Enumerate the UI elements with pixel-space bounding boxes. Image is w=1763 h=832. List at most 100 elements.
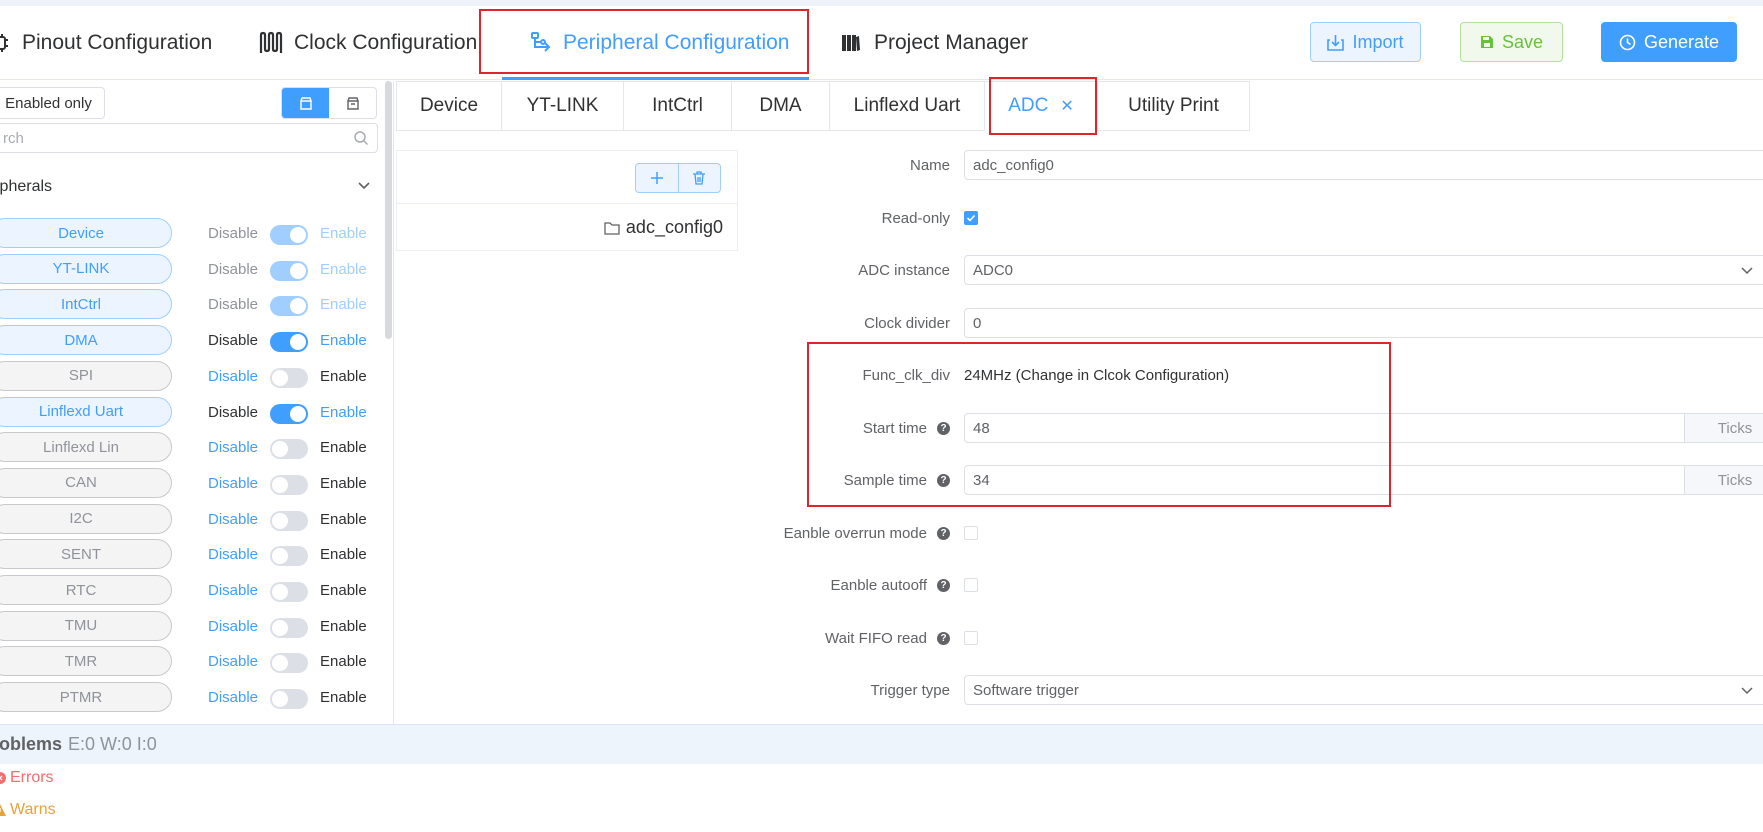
warns-item[interactable]: Warns bbox=[0, 801, 56, 819]
disable-label: Disable bbox=[208, 617, 259, 635]
peripheral-name-button[interactable]: Linflexd Uart bbox=[0, 396, 172, 427]
enable-toggle[interactable] bbox=[270, 225, 308, 245]
ticks-suffix: Ticks bbox=[1684, 466, 1763, 494]
peripheral-name-button[interactable]: Linflexd Lin bbox=[0, 432, 172, 463]
main-header: Pinout Configuration Clock Configuration… bbox=[0, 6, 1763, 80]
peripheral-row: PTMR Disable Enable bbox=[0, 680, 380, 713]
ptab-device[interactable]: Device bbox=[396, 81, 502, 131]
close-icon[interactable]: ✕ bbox=[1060, 96, 1073, 116]
enabled-only-filter[interactable]: Enabled only bbox=[0, 87, 105, 119]
adc-instance-select[interactable]: ADC0 bbox=[964, 255, 1763, 285]
disable-label: Disable bbox=[208, 225, 259, 242]
help-icon[interactable]: ? bbox=[937, 579, 950, 592]
peripheral-name-button[interactable]: SENT bbox=[0, 539, 172, 570]
enable-toggle[interactable] bbox=[270, 439, 308, 460]
sidebar-scrollbar[interactable] bbox=[385, 81, 392, 339]
peripheral-name-button[interactable]: RTC bbox=[0, 575, 172, 605]
trigger-type-select[interactable]: Software trigger bbox=[964, 675, 1763, 705]
enable-toggle[interactable] bbox=[270, 296, 308, 317]
import-button[interactable]: Import bbox=[1310, 22, 1421, 62]
enable-toggle[interactable] bbox=[270, 617, 308, 638]
ptab-yt-link[interactable]: YT-LINK bbox=[501, 81, 624, 131]
save-label: Save bbox=[1501, 31, 1544, 52]
help-icon[interactable]: ? bbox=[937, 632, 950, 645]
import-icon bbox=[1327, 34, 1345, 51]
peripheral-row: Linflexd Lin Disable Enable bbox=[0, 430, 380, 463]
help-icon[interactable]: ? bbox=[937, 422, 950, 435]
field-value: ADC0 bbox=[973, 261, 1014, 279]
enable-toggle[interactable] bbox=[270, 653, 308, 674]
peripheral-name-button[interactable]: IntCtrl bbox=[0, 289, 172, 320]
name-field[interactable]: adc_config0 bbox=[964, 150, 1763, 180]
peripherals-section-header[interactable]: ipherals bbox=[0, 175, 372, 199]
clock-divider-field[interactable]: 0 bbox=[964, 308, 1763, 338]
enable-toggle[interactable] bbox=[270, 367, 308, 388]
disable-label: Disable bbox=[208, 260, 259, 278]
book-icon bbox=[838, 30, 864, 56]
readonly-checkbox[interactable] bbox=[964, 211, 978, 225]
generate-label: Generate bbox=[1643, 31, 1720, 52]
label-text: Trigger type bbox=[870, 682, 950, 699]
enable-toggle[interactable] bbox=[270, 474, 308, 495]
peripheral-row: SPI Disable Enable bbox=[0, 359, 380, 391]
tab-project-manager[interactable]: Project Manager bbox=[838, 6, 1028, 80]
problems-counts: E:0 W:0 I:0 bbox=[68, 734, 157, 754]
wait-fifo-checkbox[interactable] bbox=[964, 631, 978, 645]
tab-peripheral-configuration[interactable]: Peripheral Configuration bbox=[527, 6, 789, 80]
peripheral-name-button[interactable]: TMU bbox=[0, 610, 172, 641]
trigger-type-label: Trigger type bbox=[871, 682, 950, 699]
enable-toggle[interactable] bbox=[270, 582, 308, 602]
enable-toggle[interactable] bbox=[270, 546, 308, 567]
enable-toggle[interactable] bbox=[270, 332, 308, 353]
peripheral-name-button[interactable]: CAN bbox=[0, 467, 172, 498]
search-input[interactable]: rch bbox=[0, 123, 378, 153]
add-config-button[interactable] bbox=[636, 164, 678, 192]
sample-time-field[interactable]: 34 Ticks bbox=[964, 465, 1763, 495]
peripheral-row: DMA Disable Enable bbox=[0, 323, 380, 356]
field-value: 48 bbox=[973, 419, 990, 437]
tab-label: Peripheral Configuration bbox=[563, 31, 790, 54]
toggle-knob bbox=[272, 655, 288, 672]
list-item[interactable]: adc_config0 bbox=[604, 217, 723, 238]
peripheral-name-button[interactable]: SPI bbox=[0, 360, 172, 391]
errors-item[interactable]: Errors bbox=[0, 769, 54, 787]
error-icon bbox=[0, 772, 6, 784]
enable-toggle[interactable] bbox=[270, 260, 308, 281]
peripheral-name-button[interactable]: DMA bbox=[0, 325, 172, 356]
enable-toggle[interactable] bbox=[270, 510, 308, 531]
grid-view-button[interactable] bbox=[329, 88, 376, 118]
peripheral-name-button[interactable]: TMR bbox=[0, 646, 172, 677]
delete-config-button[interactable] bbox=[677, 164, 721, 192]
problems-panel-header[interactable]: roblems E:0 W:0 I:0 bbox=[0, 724, 1763, 764]
ptab-utility-print[interactable]: Utility Print bbox=[1097, 81, 1250, 131]
enable-toggle[interactable] bbox=[270, 689, 308, 710]
toggle-knob bbox=[272, 476, 288, 493]
help-icon[interactable]: ? bbox=[937, 527, 950, 540]
box-icon bbox=[299, 97, 312, 110]
ptab-dma[interactable]: DMA bbox=[731, 81, 830, 131]
peripheral-row: I2C Disable Enable bbox=[0, 502, 380, 534]
save-button[interactable]: Save bbox=[1460, 22, 1563, 62]
peripheral-name-button[interactable]: I2C bbox=[0, 503, 172, 534]
tab-pinout-configuration[interactable]: Pinout Configuration bbox=[0, 6, 212, 80]
help-icon[interactable]: ? bbox=[937, 474, 950, 487]
generate-button[interactable]: Generate bbox=[1601, 22, 1737, 62]
overrun-checkbox[interactable] bbox=[964, 526, 978, 540]
peripheral-row: Device Disable Enable bbox=[0, 216, 380, 248]
toggle-knob bbox=[290, 405, 306, 422]
tab-clock-configuration[interactable]: Clock Configuration bbox=[258, 6, 477, 80]
ptab-label: DMA bbox=[759, 95, 802, 116]
list-view-button[interactable] bbox=[282, 88, 329, 118]
start-time-field[interactable]: 48 Ticks bbox=[964, 413, 1763, 443]
peripheral-name-button[interactable]: PTMR bbox=[0, 682, 172, 713]
ptab-intctrl[interactable]: IntCtrl bbox=[623, 81, 732, 131]
ptab-linflexd-uart[interactable]: Linflexd Uart bbox=[829, 81, 985, 131]
disable-label: Disable bbox=[208, 474, 259, 492]
enable-toggle[interactable] bbox=[270, 403, 308, 424]
autooff-checkbox[interactable] bbox=[964, 578, 978, 592]
ptab-adc[interactable]: ADC ✕ bbox=[984, 81, 1098, 131]
config-list-panel: adc_config0 bbox=[396, 150, 738, 251]
peripheral-name-button[interactable]: Device bbox=[0, 218, 172, 248]
generate-icon bbox=[1619, 34, 1636, 50]
peripheral-name-button[interactable]: YT-LINK bbox=[0, 253, 172, 284]
